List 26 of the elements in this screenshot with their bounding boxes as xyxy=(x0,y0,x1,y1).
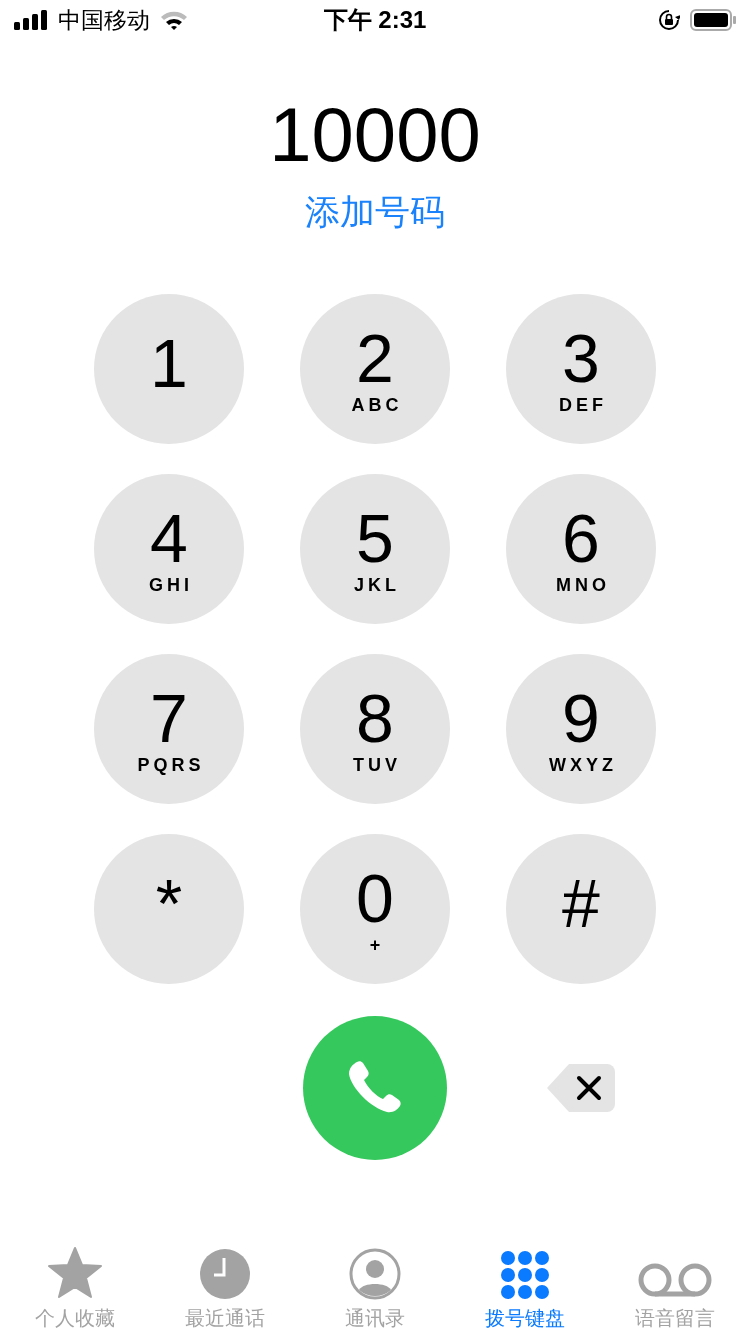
dialed-number: 10000 xyxy=(269,91,481,179)
keypad-key[interactable]: 9 WXYZ xyxy=(506,654,656,804)
carrier-name: 中国移动 xyxy=(58,5,150,35)
keypad-key[interactable]: 2 ABC xyxy=(300,294,450,444)
keypad-key[interactable]: * xyxy=(94,834,244,984)
delete-icon[interactable] xyxy=(547,1064,615,1112)
keypad-key[interactable]: 0 + xyxy=(300,834,450,984)
wifi-icon xyxy=(160,10,188,30)
star-icon xyxy=(47,1246,103,1300)
status-time: 下午 2:31 xyxy=(323,5,427,35)
add-number-link[interactable]: 添加号码 xyxy=(305,192,445,232)
person-icon xyxy=(349,1248,401,1300)
keypad-key[interactable]: 1 xyxy=(94,294,244,444)
signal-icon xyxy=(14,10,48,30)
keypad-icon xyxy=(500,1250,550,1300)
keypad-key[interactable]: 7 PQRS xyxy=(94,654,244,804)
clock-icon xyxy=(199,1248,251,1300)
battery-icon xyxy=(690,9,736,31)
rotation-lock-icon xyxy=(658,9,680,31)
keypad-key[interactable]: 3 DEF xyxy=(506,294,656,444)
keypad-key[interactable]: # xyxy=(506,834,656,984)
keypad-key[interactable]: 4 GHI xyxy=(94,474,244,624)
tab[interactable]: 拨号键盘 xyxy=(450,1236,600,1334)
keypad-key[interactable]: 6 MNO xyxy=(506,474,656,624)
keypad-key[interactable]: 5 JKL xyxy=(300,474,450,624)
keypad-key[interactable]: 8 TUV xyxy=(300,654,450,804)
